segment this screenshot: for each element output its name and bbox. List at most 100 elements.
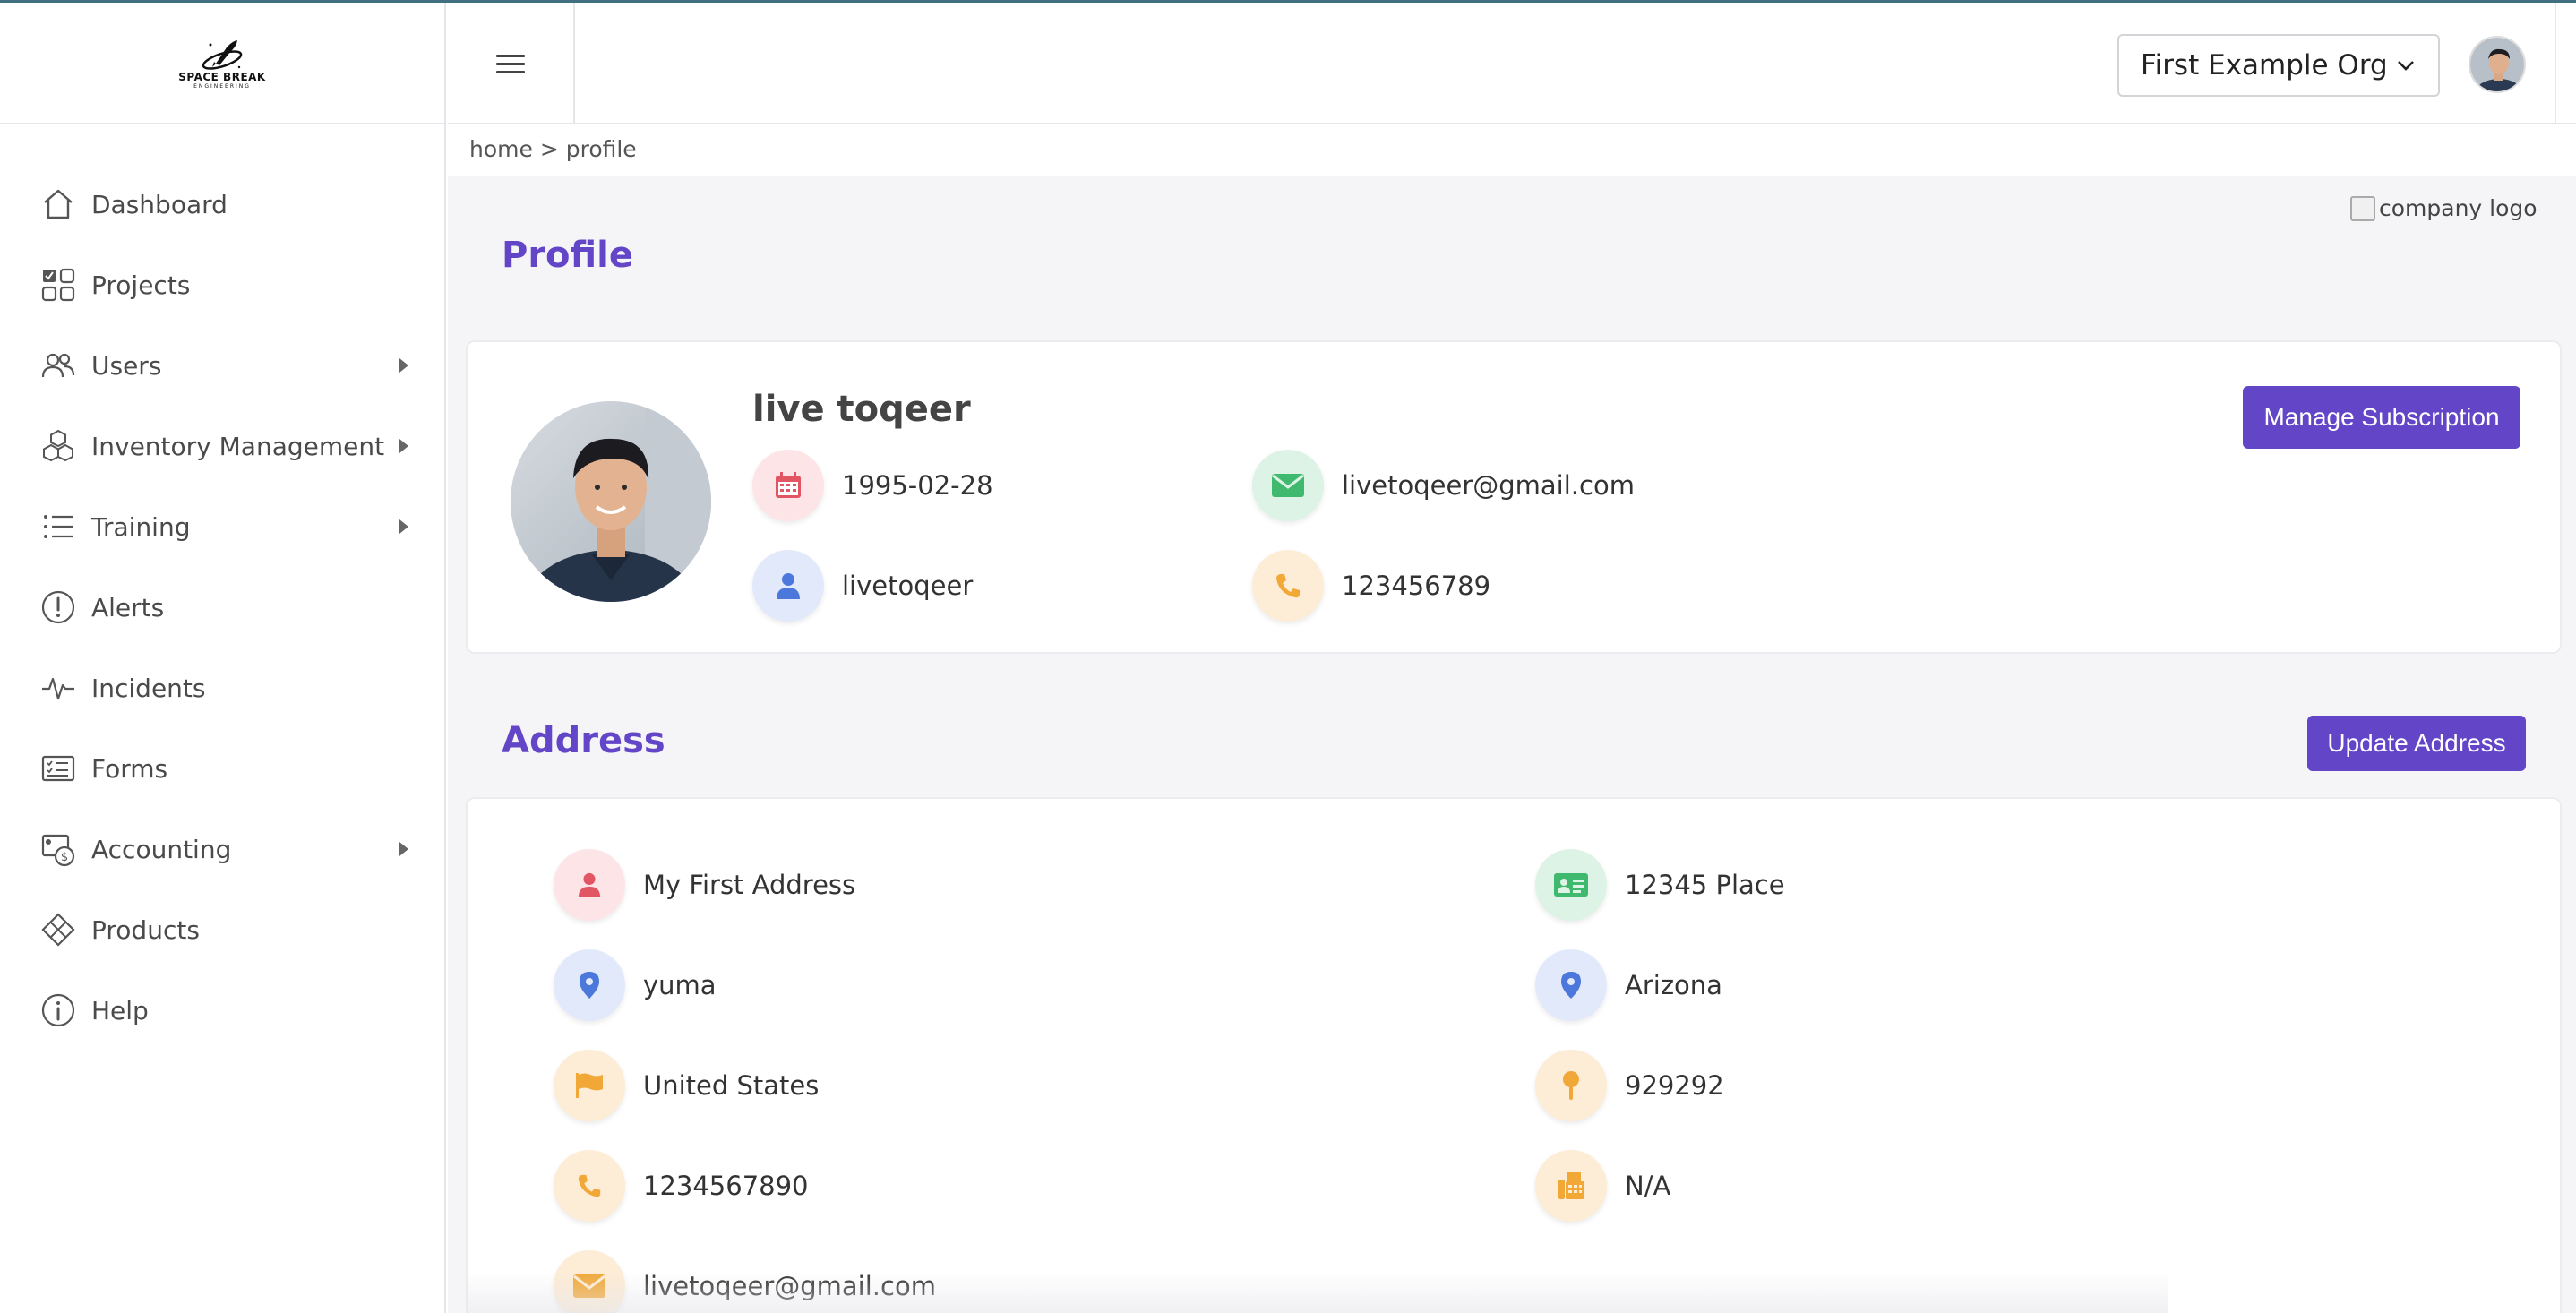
phone-value: 123456789 <box>1342 571 1491 601</box>
sidebar-item-inventory-management[interactable]: Inventory Management <box>0 406 444 486</box>
sidebar-item-label: Dashboard <box>91 189 228 219</box>
sidebar-nav: Dashboard Projects Users Inventory Manag… <box>0 124 444 1051</box>
sidebar-item-label: Forms <box>91 753 168 784</box>
user-icon <box>554 849 625 921</box>
sidebar-item-label: Incidents <box>91 673 206 703</box>
cubes-icon <box>39 427 77 465</box>
address-line1-value: 12345 Place <box>1625 870 1785 900</box>
address-country: United States <box>554 1050 819 1121</box>
alert-icon <box>39 588 77 626</box>
sidebar: SPACE BREAK ENGINEERING Dashboard Projec… <box>0 3 446 1313</box>
dob-value: 1995-02-28 <box>842 470 993 501</box>
top-header: First Example Org <box>448 3 2576 124</box>
address-city-value: yuma <box>643 970 717 1000</box>
address-city: yuma <box>554 949 717 1021</box>
svg-text:$: $ <box>61 851 68 864</box>
rocket-logo-icon <box>202 39 243 70</box>
projects-grid-icon <box>39 266 77 304</box>
sidebar-item-label: Inventory Management <box>91 431 385 461</box>
user-icon <box>752 550 824 622</box>
sidebar-item-label: Projects <box>91 270 191 300</box>
logo-subtext: ENGINEERING <box>193 82 251 90</box>
submenu-caret-icon <box>399 358 408 373</box>
org-select[interactable]: First Example Org <box>2117 34 2440 97</box>
hamburger-icon <box>496 49 525 79</box>
pushpin-icon <box>1535 1050 1607 1121</box>
sidebar-item-alerts[interactable]: Alerts <box>0 567 444 648</box>
brand-logo[interactable]: SPACE BREAK ENGINEERING <box>178 37 265 90</box>
sidebar-item-label: Accounting <box>91 834 232 864</box>
manage-subscription-button[interactable]: Manage Subscription <box>2243 386 2520 449</box>
profile-username: livetoqeer <box>752 550 973 622</box>
profile-dob: 1995-02-28 <box>752 450 993 521</box>
user-avatar[interactable] <box>2469 36 2526 93</box>
address-phone-value: 1234567890 <box>643 1171 809 1201</box>
profile-phone: 123456789 <box>1252 550 1490 622</box>
menu-toggle-button[interactable] <box>448 3 575 124</box>
sidebar-item-label: Help <box>91 995 149 1026</box>
address-zip-value: 929292 <box>1625 1070 1724 1101</box>
list-icon <box>39 508 77 545</box>
home-icon <box>39 185 77 223</box>
org-select-value: First Example Org <box>2141 49 2388 82</box>
address-country-value: United States <box>643 1070 820 1101</box>
flag-icon <box>554 1050 625 1121</box>
address-line1: 12345 Place <box>1535 849 1785 921</box>
form-icon <box>39 750 77 787</box>
phone-icon <box>554 1150 625 1222</box>
profile-photo <box>511 401 711 602</box>
calendar-icon <box>752 450 824 521</box>
sidebar-item-dashboard[interactable]: Dashboard <box>0 164 444 245</box>
address-name-value: My First Address <box>643 870 856 900</box>
submenu-caret-icon <box>399 439 408 453</box>
company-logo-alt-text: company logo <box>2379 195 2537 221</box>
sidebar-item-forms[interactable]: Forms <box>0 728 444 809</box>
profile-section-title: Profile <box>502 235 634 276</box>
pulse-icon <box>39 669 77 707</box>
profile-name: live toqeer <box>752 389 971 430</box>
update-address-button[interactable]: Update Address <box>2307 716 2526 771</box>
address-name: My First Address <box>554 849 855 921</box>
chevron-down-icon <box>2398 61 2414 71</box>
header-divider <box>2555 3 2556 124</box>
fax-icon <box>1535 1150 1607 1222</box>
sidebar-item-training[interactable]: Training <box>0 486 444 567</box>
address-state-value: Arizona <box>1625 970 1722 1000</box>
envelope-icon <box>1252 450 1324 521</box>
envelope-icon <box>554 1250 625 1313</box>
email-value: livetoqeer@gmail.com <box>1342 470 1635 501</box>
submenu-caret-icon <box>399 842 408 856</box>
address-state: Arizona <box>1535 949 1722 1021</box>
logo-area[interactable]: SPACE BREAK ENGINEERING <box>0 3 444 124</box>
sidebar-item-label: Products <box>91 914 200 945</box>
address-email: livetoqeer@gmail.com <box>554 1250 936 1313</box>
sidebar-item-accounting[interactable]: $ Accounting <box>0 809 444 889</box>
info-icon <box>39 991 77 1029</box>
accounting-icon: $ <box>39 830 77 868</box>
address-section-title: Address <box>502 720 665 761</box>
address-fax: N/A <box>1535 1150 1670 1222</box>
phone-icon <box>1252 550 1324 622</box>
map-pin-icon <box>554 949 625 1021</box>
sidebar-item-label: Alerts <box>91 592 165 622</box>
broken-image-icon <box>2350 195 2375 221</box>
products-icon <box>39 911 77 948</box>
sidebar-item-label: Training <box>91 511 191 542</box>
sidebar-item-users[interactable]: Users <box>0 325 444 406</box>
company-logo: company logo <box>2350 195 2537 221</box>
sidebar-item-incidents[interactable]: Incidents <box>0 648 444 728</box>
sidebar-item-products[interactable]: Products <box>0 889 444 970</box>
address-fax-value: N/A <box>1625 1171 1671 1201</box>
sidebar-item-label: Users <box>91 350 162 381</box>
profile-email: livetoqeer@gmail.com <box>1252 450 1635 521</box>
address-phone: 1234567890 <box>554 1150 809 1222</box>
users-icon <box>39 347 77 384</box>
username-value: livetoqeer <box>842 571 974 601</box>
logo-text: SPACE BREAK <box>178 70 266 83</box>
sidebar-item-projects[interactable]: Projects <box>0 245 444 325</box>
breadcrumb: home > profile <box>469 136 637 162</box>
map-pin-icon <box>1535 949 1607 1021</box>
address-email-value: livetoqeer@gmail.com <box>643 1271 936 1301</box>
sidebar-item-help[interactable]: Help <box>0 970 444 1051</box>
submenu-caret-icon <box>399 519 408 534</box>
